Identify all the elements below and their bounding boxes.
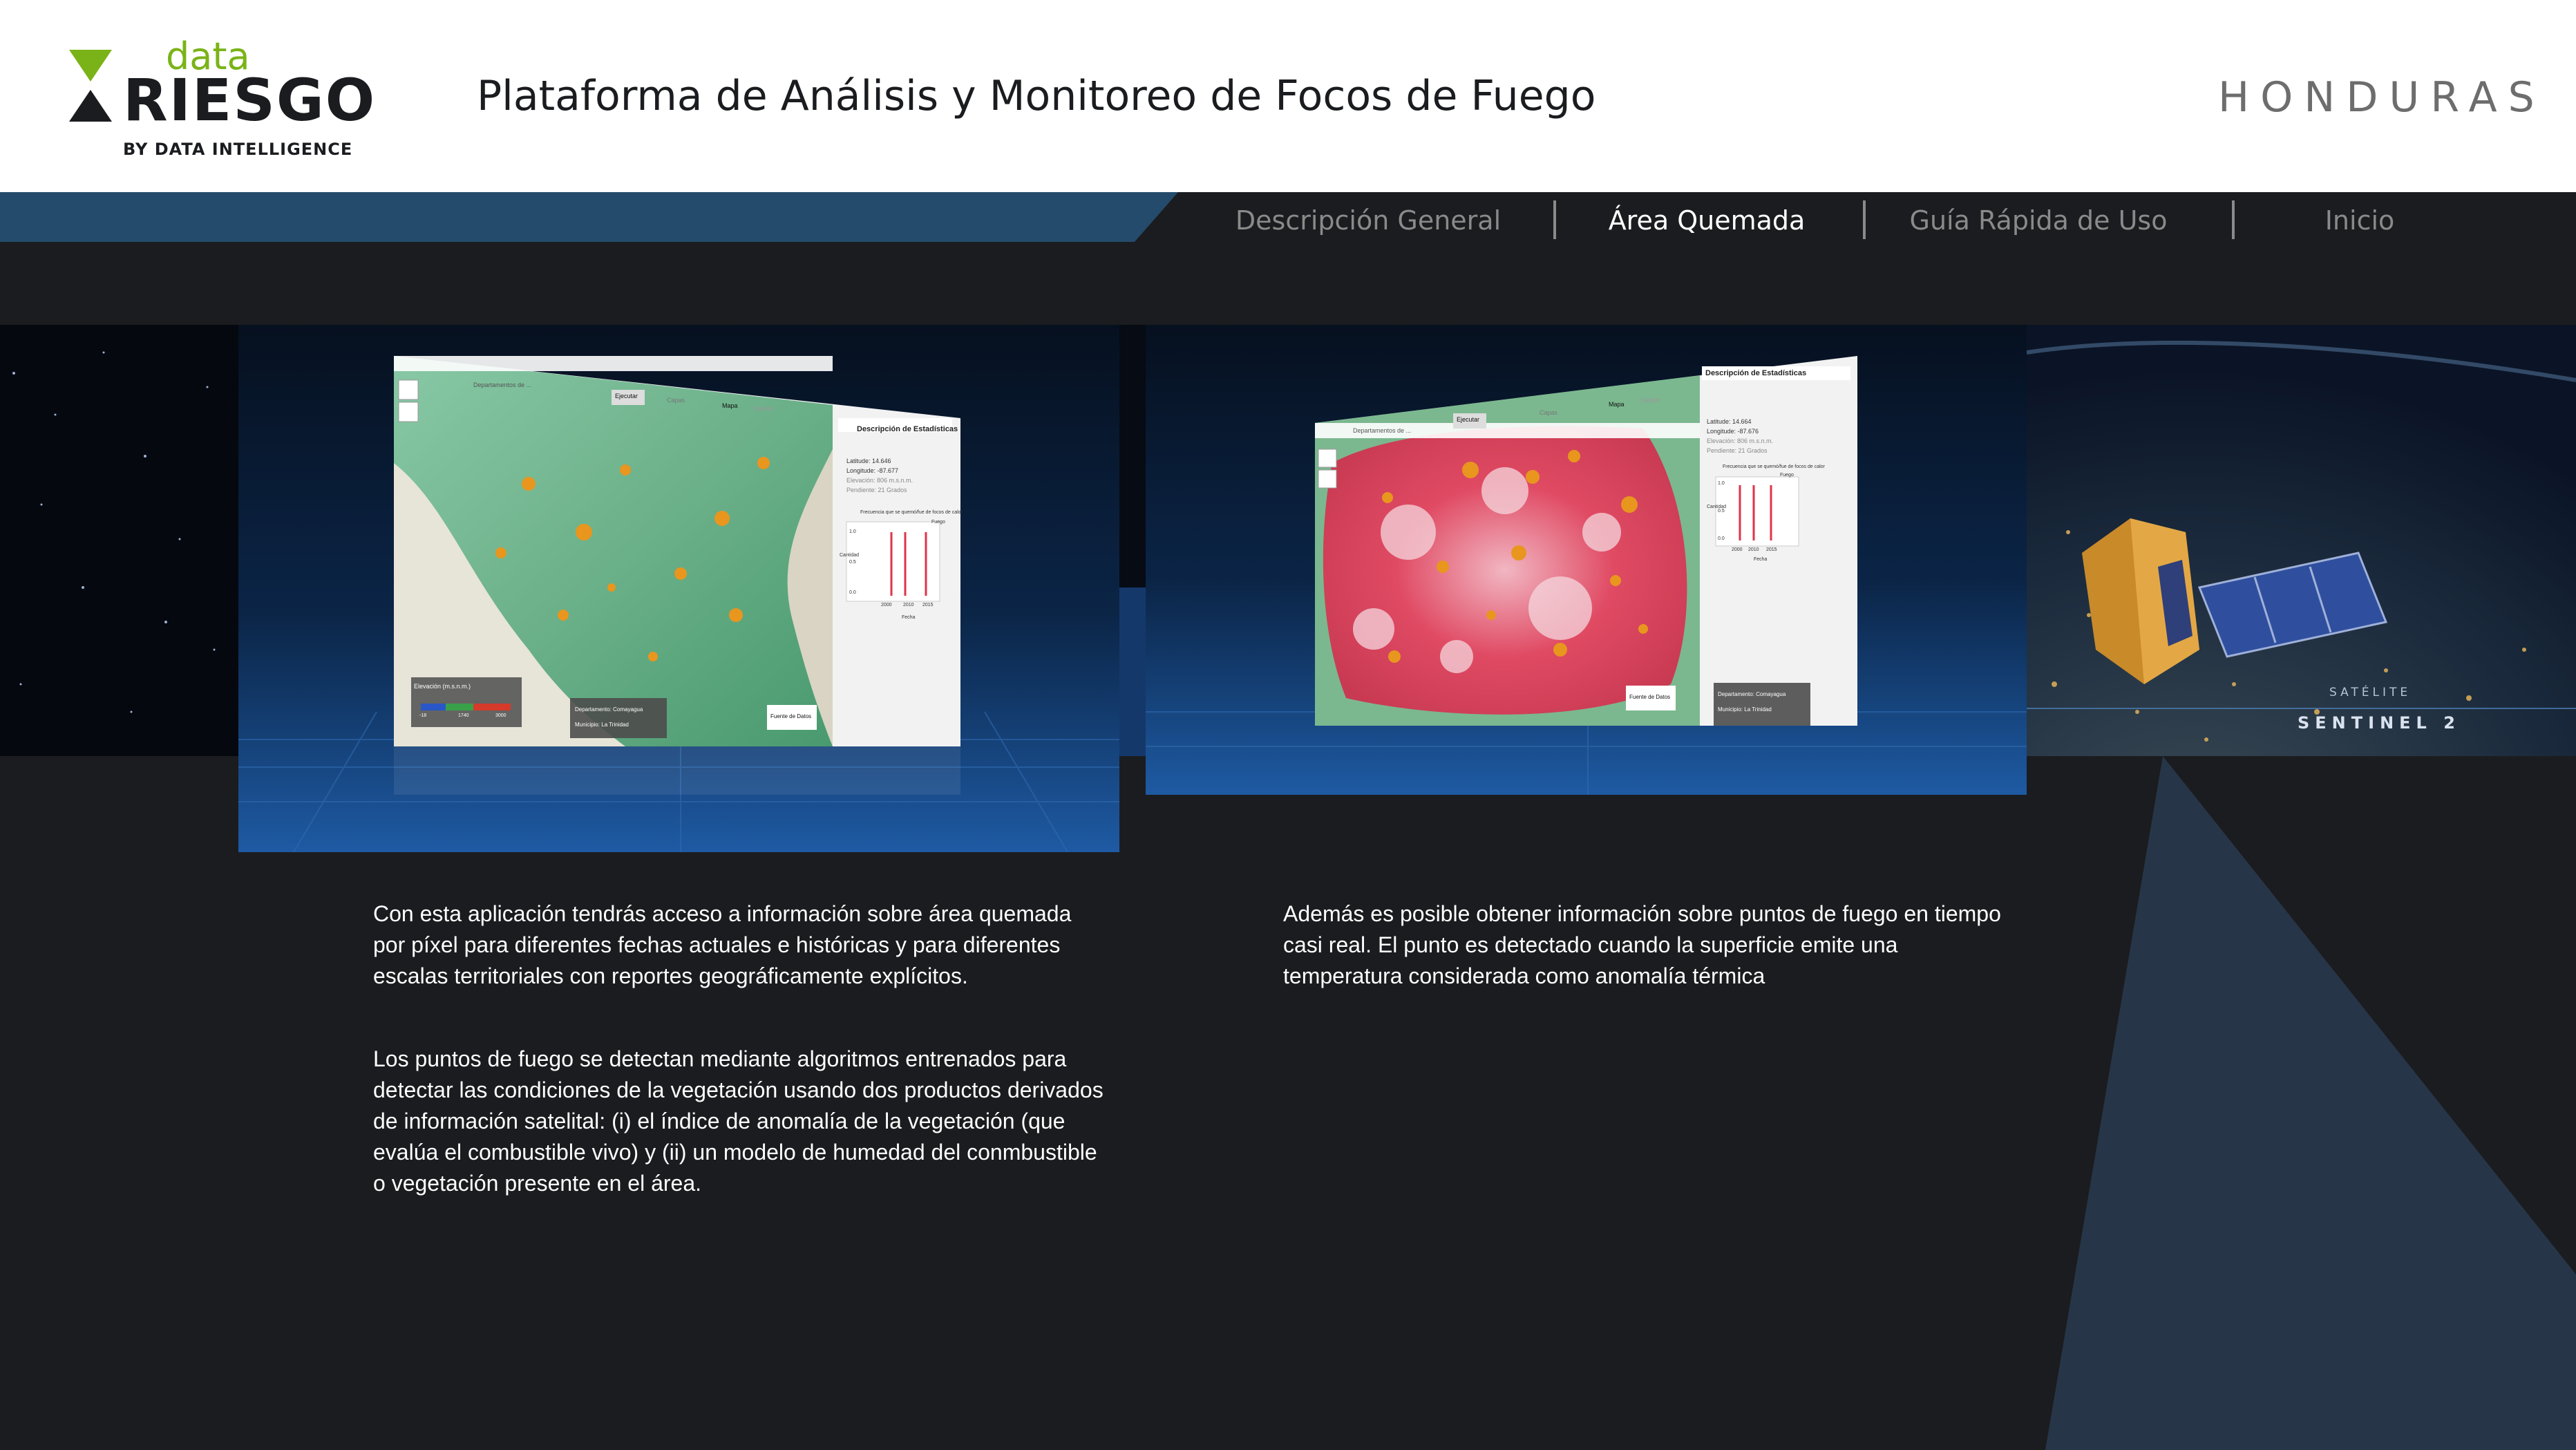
chart-x-tick: 2000: [1732, 547, 1743, 552]
satellite-beam-graphic: [2045, 756, 2576, 1450]
logo-word-riesgo: RIESGO: [123, 66, 377, 134]
chart-legend: Fuego: [1780, 473, 1794, 478]
popup-department: Departamento: Comayagua: [1718, 691, 1786, 697]
nav-separator: [1553, 200, 1556, 239]
layers-button[interactable]: Capas: [667, 397, 685, 404]
search-input[interactable]: Departamentos de ...: [1353, 427, 1411, 434]
stats-longitude: Longitude: -87.677: [846, 467, 899, 474]
nav-item-inicio[interactable]: Inicio: [2225, 192, 2494, 249]
stats-title: Descripción de Estadísticas: [857, 425, 958, 433]
data-source-button[interactable]: Fuente de Datos: [770, 713, 811, 719]
data-source-button[interactable]: Fuente de Datos: [1629, 694, 1670, 700]
map-tab[interactable]: Mapa: [1609, 401, 1625, 408]
nav-item-descripcion-general[interactable]: Descripción General: [1175, 192, 1562, 249]
space-background-gap: [1119, 325, 1146, 756]
chart-y-tick: 0.0: [849, 590, 856, 595]
intro-paragraph: Con esta aplicación tendrás acceso a inf…: [373, 901, 1072, 988]
chart-x-tick: 2015: [922, 603, 934, 608]
elevation-legend-tick: 3000: [495, 713, 506, 718]
stats-elevation: Elevación: 806 m.s.n.m.: [846, 477, 913, 484]
elevation-legend-tick: 1740: [458, 713, 469, 718]
satellite-tab[interactable]: Satélite: [1640, 397, 1660, 404]
sentinel-satellite-panel: SATÉLITE SENTINEL 2: [2027, 325, 2576, 756]
space-background-left: [0, 325, 238, 756]
stats-latitude: Latitude: 14.664: [1707, 418, 1752, 425]
search-input[interactable]: Departamentos de ...: [473, 382, 531, 388]
satellite-small-label: SATÉLITE: [2329, 686, 2412, 699]
main-nav: Descripción General Área Quemada Guía Rá…: [1175, 192, 2576, 249]
fire-points-screenshot-panel: Descripción de Estadísticas Departamento…: [1146, 325, 2027, 795]
nav-item-guia-rapida[interactable]: Guía Rápida de Uso: [1866, 192, 2211, 249]
chart-xlabel: Fecha: [1754, 557, 1768, 562]
detection-paragraph: Los puntos de fuego se detectan mediante…: [373, 1046, 1104, 1196]
chart-y-tick: 1.0: [1718, 481, 1725, 486]
nav-accent-band: [0, 192, 1178, 242]
nav-item-area-quemada[interactable]: Área Quemada: [1562, 192, 1852, 249]
logo-hourglass-icon: [69, 50, 112, 122]
chart-y-tick: 1.0: [849, 529, 856, 534]
stats-slope: Pendiente: 21 Grados: [1707, 447, 1768, 454]
popup-municipality: Municipio: La Trinidad: [1718, 706, 1772, 713]
realtime-paragraph: Además es posible obtener información so…: [1283, 901, 2001, 988]
stats-latitude: Latitude: 14.646: [846, 458, 891, 464]
stats-longitude: Longitude: -87.676: [1707, 428, 1759, 435]
chart-xlabel: Fecha: [902, 615, 916, 620]
chart-title: Frecuencia que se quemó/fue de focos de …: [860, 510, 963, 515]
satellite-tab[interactable]: Satélite: [753, 405, 774, 412]
elevation-legend-title: Elevación (m.s.n.m.): [414, 683, 471, 690]
run-button[interactable]: Ejecutar: [1457, 416, 1479, 423]
chart-title: Frecuencia que se quemó/fue de focos de …: [1723, 464, 1825, 469]
chart-x-tick: 2000: [881, 603, 892, 608]
stats-elevation: Elevación: 806 m.s.n.m.: [1707, 437, 1774, 444]
header: data RIESGO BY DATA INTELLIGENCE Platafo…: [0, 0, 2576, 192]
popup-municipality: Municipio: La Trinidad: [575, 722, 629, 728]
chart-y-tick: 0.5: [1718, 509, 1725, 514]
country-label: HONDURAS: [2218, 73, 2546, 122]
layers-button[interactable]: Capas: [1540, 409, 1557, 416]
satellite-name-label: SENTINEL 2: [2298, 713, 2461, 733]
burned-area-screenshot-panel: Descripción de Estadísticas Departamento…: [238, 325, 1119, 852]
logo-byline: BY DATA INTELLIGENCE: [123, 140, 353, 159]
stats-slope: Pendiente: 21 Grados: [846, 487, 907, 493]
popup-department: Departamento: Comayagua: [575, 706, 643, 713]
chart-ylabel: Cantidad: [840, 553, 860, 558]
chart-legend: Fuego: [931, 520, 945, 525]
run-button[interactable]: Ejecutar: [615, 393, 638, 399]
app-title: Plataforma de Análisis y Monitoreo de Fo…: [477, 72, 1596, 120]
elevation-legend-tick: -18: [419, 713, 427, 718]
chart-x-tick: 2010: [903, 603, 914, 608]
chart-x-tick: 2015: [1766, 547, 1777, 552]
chart-y-tick: 0.0: [1718, 536, 1725, 541]
chart-x-tick: 2010: [1748, 547, 1759, 552]
datariesgo-logo[interactable]: data RIESGO BY DATA INTELLIGENCE: [69, 35, 387, 166]
map-tab[interactable]: Mapa: [722, 402, 738, 409]
stats-title: Descripción de Estadísticas: [1705, 369, 1807, 377]
chart-y-tick: 0.5: [849, 560, 856, 565]
